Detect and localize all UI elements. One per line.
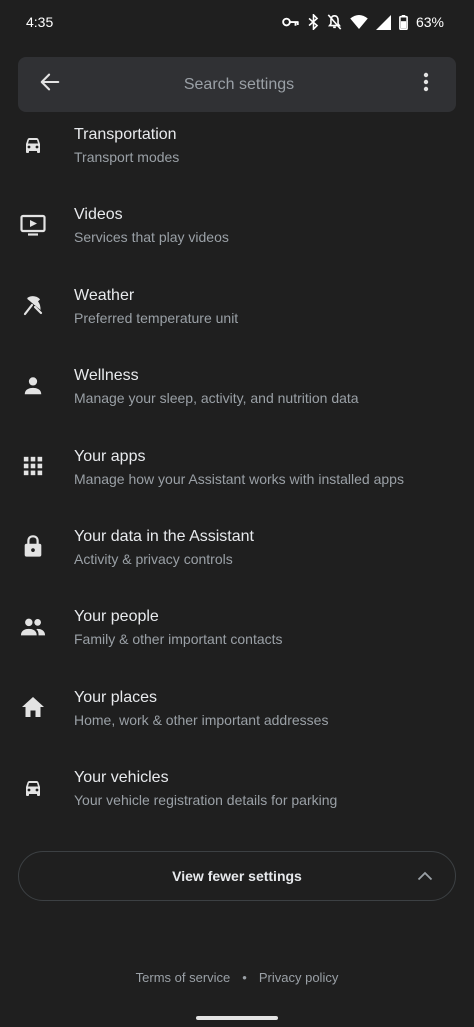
setting-title: Your places <box>74 688 158 706</box>
setting-subtitle: Activity & privacy controls <box>74 550 233 567</box>
footer-separator: • <box>242 970 247 985</box>
car-icon <box>21 776 45 805</box>
search-bar <box>18 57 456 112</box>
setting-title: Your data in the Assistant <box>74 527 254 545</box>
home-indicator[interactable] <box>196 1016 278 1020</box>
view-fewer-label: View fewer settings <box>172 868 302 884</box>
view-fewer-settings-button[interactable]: View fewer settings <box>18 851 456 901</box>
wifi-icon <box>350 15 368 29</box>
vpn-key-icon <box>282 15 300 29</box>
setting-item-wellness[interactable]: Wellness Manage your sleep, activity, an… <box>0 357 474 437</box>
setting-subtitle: Transport modes <box>74 149 180 165</box>
status-icons: 63% <box>282 14 444 30</box>
setting-title: Transportation <box>74 126 177 143</box>
setting-item-your-apps[interactable]: Your apps Manage how your Assistant work… <box>0 438 474 518</box>
setting-title: Videos <box>74 206 123 224</box>
setting-item-your-vehicles[interactable]: Your vehicles Your vehicle registration … <box>0 759 474 839</box>
battery-percent: 63% <box>415 14 444 30</box>
setting-item-weather[interactable]: Weather Preferred temperature unit <box>0 277 474 357</box>
arrow-back-icon <box>39 71 61 98</box>
settings-list: Transportation Transport modes Videos Se… <box>0 116 474 840</box>
setting-title: Your vehicles <box>74 769 169 787</box>
notifications-off-icon <box>327 14 342 30</box>
setting-subtitle: Your vehicle registration details for pa… <box>74 792 338 809</box>
setting-item-your-data[interactable]: Your data in the Assistant Activity & pr… <box>0 518 474 598</box>
setting-subtitle: Home, work & other important addresses <box>74 711 329 728</box>
setting-subtitle: Manage how your Assistant works with ins… <box>74 470 404 487</box>
status-time: 4:35 <box>26 14 54 30</box>
people-icon <box>20 616 46 643</box>
setting-item-transportation[interactable]: Transportation Transport modes <box>0 116 474 196</box>
signal-icon <box>375 14 391 30</box>
setting-title: Your apps <box>74 447 146 465</box>
setting-title: Your people <box>74 608 159 626</box>
setting-subtitle: Manage your sleep, activity, and nutriti… <box>74 390 359 407</box>
terms-of-service-link[interactable]: Terms of service <box>136 970 231 985</box>
setting-item-your-places[interactable]: Your places Home, work & other important… <box>0 679 474 759</box>
more-options-button[interactable] <box>396 57 456 112</box>
setting-subtitle: Services that play videos <box>74 229 229 246</box>
footer: Terms of service • Privacy policy <box>0 970 474 985</box>
chevron-up-icon <box>417 871 433 881</box>
status-bar: 4:35 63% <box>0 0 474 44</box>
battery-icon <box>399 14 408 30</box>
setting-item-videos[interactable]: Videos Services that play videos <box>0 196 474 276</box>
more-vert-icon <box>423 72 429 97</box>
apps-grid-icon <box>22 455 44 482</box>
car-icon <box>21 133 45 162</box>
privacy-policy-link[interactable]: Privacy policy <box>259 970 338 985</box>
video-icon <box>20 213 46 242</box>
umbrella-icon <box>21 293 45 322</box>
setting-title: Weather <box>74 286 135 304</box>
setting-subtitle: Preferred temperature unit <box>74 309 239 326</box>
setting-item-your-people[interactable]: Your people Family & other important con… <box>0 598 474 678</box>
back-button[interactable] <box>18 57 82 112</box>
home-icon <box>21 696 45 723</box>
setting-title: Wellness <box>74 367 139 385</box>
bluetooth-icon <box>308 14 319 30</box>
search-input[interactable] <box>82 57 396 112</box>
person-icon <box>22 375 44 402</box>
lock-icon <box>22 534 44 563</box>
setting-subtitle: Family & other important contacts <box>74 631 283 648</box>
